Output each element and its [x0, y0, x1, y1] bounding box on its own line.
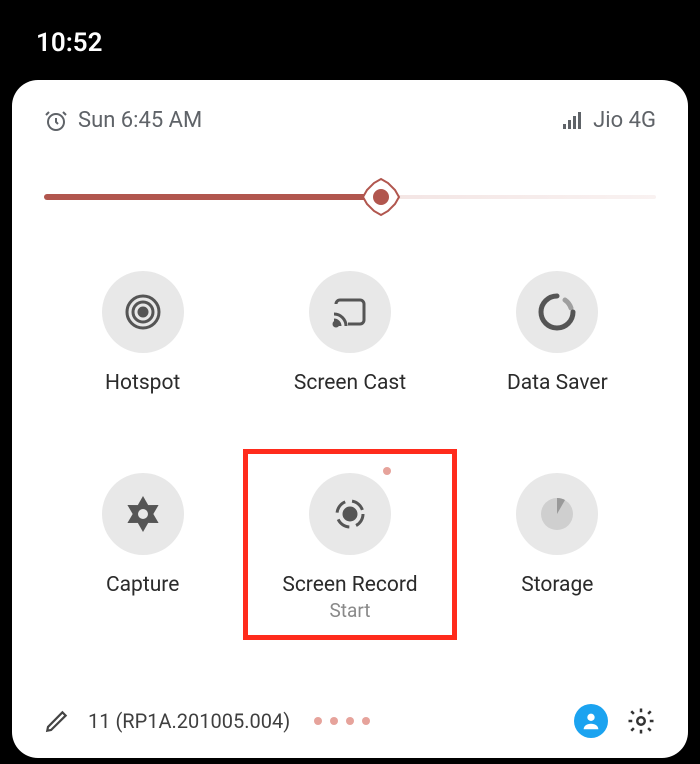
dot-icon [362, 717, 370, 725]
tile-screen-cast[interactable]: Screen Cast [251, 271, 448, 395]
dot-icon [330, 717, 338, 725]
quick-settings-panel: Sun 6:45 AM Jio 4G [12, 80, 688, 758]
tile-hotspot[interactable]: Hotspot [44, 271, 241, 395]
dot-icon [314, 717, 322, 725]
hotspot-icon [102, 271, 184, 353]
cast-icon [309, 271, 391, 353]
alarm-time-label: Sun 6:45 AM [78, 108, 202, 133]
tile-label: Hotspot [105, 371, 180, 395]
brightness-slider[interactable] [44, 177, 656, 217]
tile-label: Storage [521, 573, 593, 597]
dot-icon [346, 717, 354, 725]
aperture-icon [102, 473, 184, 555]
signal-bars-icon [561, 110, 583, 132]
tile-screen-record[interactable]: Screen Record Start [251, 473, 448, 622]
tile-label: Screen Record [282, 573, 417, 597]
record-icon [309, 473, 391, 555]
tile-label: Data Saver [507, 371, 608, 395]
carrier-label: Jio 4G [593, 108, 656, 133]
alarm-clock-icon [44, 109, 68, 133]
slider-progress [44, 194, 381, 200]
tile-sublabel: Start [330, 599, 371, 622]
tile-data-saver[interactable]: Data Saver [459, 271, 656, 395]
panel-header: Sun 6:45 AM Jio 4G [44, 108, 656, 133]
network-indicator: Jio 4G [561, 108, 656, 133]
tile-storage[interactable]: Storage [459, 473, 656, 622]
settings-button[interactable] [626, 706, 656, 736]
status-time: 10:52 [36, 28, 103, 58]
build-version-label: 11 (RP1A.201005.004) [88, 709, 290, 733]
data-saver-icon [516, 271, 598, 353]
notification-dot-icon [383, 467, 391, 475]
storage-gauge-icon [516, 473, 598, 555]
alarm-indicator[interactable]: Sun 6:45 AM [44, 108, 202, 133]
tiles-grid: Hotspot Screen Cast Data Saver [44, 271, 656, 622]
tile-label: Capture [106, 573, 179, 597]
user-avatar-button[interactable] [574, 704, 608, 738]
tile-capture[interactable]: Capture [44, 473, 241, 622]
edit-tiles-button[interactable] [44, 708, 70, 734]
brightness-sun-icon[interactable] [361, 177, 401, 217]
tile-label: Screen Cast [294, 371, 406, 395]
page-indicator[interactable] [314, 717, 370, 725]
panel-footer: 11 (RP1A.201005.004) [44, 674, 656, 738]
